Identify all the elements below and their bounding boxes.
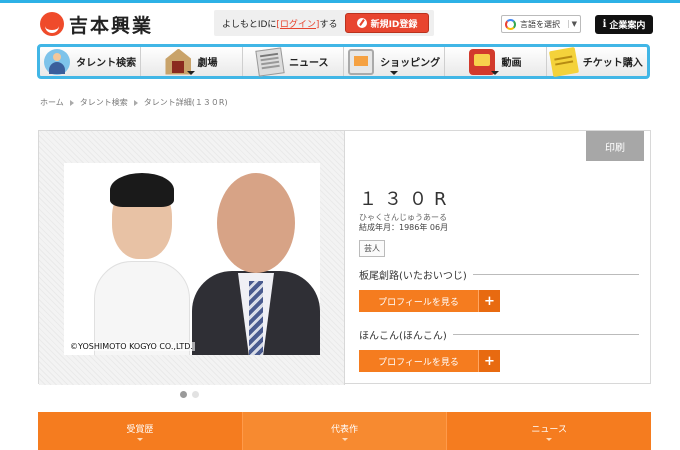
login-link[interactable]: [ログイン] [276,17,319,30]
ticket-icon [548,46,579,77]
view-profile-button[interactable]: プロフィールを見る + [359,350,500,372]
member-block: ほんこん(ほんこん) プロフィールを見る + [359,327,639,372]
member-block: 板尾創路(いたおいつじ) プロフィールを見る + [359,267,639,312]
tab-awards[interactable]: 受賞歴 [38,412,243,450]
breadcrumb-home[interactable]: ホーム [40,97,64,108]
breadcrumb-current: タレント詳細(１３０R) [143,98,228,107]
member-name: ほんこん(ほんこん) [359,331,447,342]
print-button[interactable]: 印刷 [586,131,644,161]
corporate-info-button[interactable]: i 企業案内 [595,15,653,34]
nav-item-talent-search[interactable]: タレント検索 [40,47,142,76]
member-name: 板尾創路(いたおいつじ) [359,271,467,282]
tab-label: 受賞歴 [126,424,154,435]
photo-carousel: ©YOSHIMOTO KOGYO CO.,LTD. [39,131,345,385]
chevron-down-icon: ▼ [567,20,577,28]
news-icon [255,46,285,77]
nav-item-shopping[interactable]: ショッピング [344,47,446,76]
nav-item-label: ショッピング [380,58,441,69]
carousel-dot-1[interactable] [180,391,187,398]
talent-profile-card: ©YOSHIMOTO KOGYO CO.,LTD. 印刷 １３０R ひゃくさんじ… [38,130,651,385]
talent-info: 印刷 １３０R ひゃくさんじゅうあーる 結成年月：1986年 06月 芸人 板尾… [345,131,650,385]
login-prompt-suffix: する [319,19,338,30]
info-icon: i [602,19,607,30]
yoshimoto-logo-icon [40,12,64,36]
carousel-dot-2[interactable] [192,391,199,398]
talent-photo: ©YOSHIMOTO KOGYO CO.,LTD. [64,163,320,355]
photo-copyright: ©YOSHIMOTO KOGYO CO.,LTD. [68,342,195,351]
divider [452,334,639,335]
shopping-icon [348,48,375,75]
tab-representative-works[interactable]: 代表作 [242,412,448,450]
chevron-down-icon [546,437,553,441]
talent-icon [44,48,71,75]
member-name-row: 板尾創路(いたおいつじ) [359,267,639,282]
plus-icon: + [478,290,500,312]
nav-item-label: ニュース [289,58,329,69]
chevron-down-icon [491,71,500,75]
breadcrumb-talent-search[interactable]: タレント検索 [80,97,128,108]
signup-label: 新規ID登録 [370,19,418,30]
chevron-down-icon [390,71,399,75]
view-profile-button[interactable]: プロフィールを見る + [359,290,500,312]
login-prompt-prefix: よしもとIDに [222,19,277,30]
breadcrumb: ホーム タレント検索 タレント詳細(１３０R) [40,97,228,108]
site-header: 吉本興業 よしもとIDに [ログイン] する 新規ID登録 言語を選択 ▼ i … [0,3,680,43]
breadcrumb-separator-icon [133,99,138,106]
nav-item-label: タレント検索 [76,58,137,69]
nav-item-label: 動画 [501,58,522,69]
member-portrait-right [192,173,320,355]
carousel-dots [180,391,204,398]
breadcrumb-separator-icon [69,99,74,106]
nav-item-video[interactable]: 動画 [445,47,547,76]
detail-tabs: 受賞歴 代表作 ニュース [38,412,651,450]
language-select[interactable]: 言語を選択 ▼ [501,15,581,33]
google-translate-icon [505,18,516,30]
nav-item-ticket[interactable]: チケット購入 [547,46,647,77]
logo-text: 吉本興業 [69,14,154,37]
pen-icon [356,18,367,28]
talent-name: １３０R [359,189,454,210]
tab-label: 代表作 [331,424,359,435]
corporate-info-label: 企業案内 [609,21,646,31]
signup-button[interactable]: 新規ID登録 [345,13,429,33]
member-name-row: ほんこん(ほんこん) [359,327,639,342]
plus-icon: + [478,350,500,372]
language-select-label: 言語を選択 [520,19,560,29]
chevron-down-icon [341,437,348,441]
main-nav: タレント検索 劇場 ニュース ショッピング 動画 チケット購入 [37,44,650,79]
nav-item-news[interactable]: ニュース [243,46,344,77]
tab-label: ニュース [531,424,567,435]
formation-date: 結成年月：1986年 06月 [359,223,449,232]
nav-item-label: 劇場 [197,58,218,69]
site-logo[interactable]: 吉本興業 [40,11,153,37]
divider [472,274,639,275]
chevron-down-icon [187,71,196,75]
nav-item-theater[interactable]: 劇場 [141,47,243,76]
chevron-down-icon [136,437,143,441]
member-portrait-left [94,169,190,355]
tab-news[interactable]: ニュース [447,412,651,450]
category-tag: 芸人 [359,240,385,257]
nav-item-label: チケット購入 [582,58,643,69]
